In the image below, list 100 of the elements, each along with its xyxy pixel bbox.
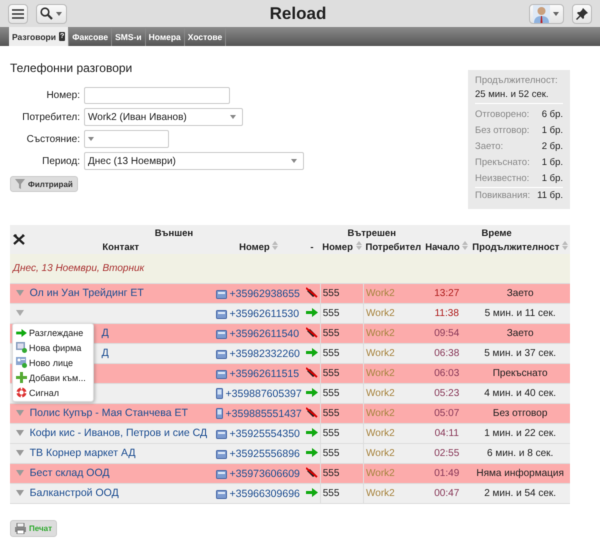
field-label: Номер: bbox=[45, 90, 80, 101]
table-row[interactable]: Кофи кис - Иванов, Петров и сие СД +35925554350 555 Work2 04:11 1 мин. и 22 сек. bbox=[10, 424, 570, 444]
table-cell: 11:38 bbox=[434, 308, 459, 319]
menu-item-label: Добави към... bbox=[29, 372, 86, 382]
phone-icon bbox=[216, 368, 227, 379]
phone-icon bbox=[216, 428, 227, 439]
menu-item[interactable]: Разглеждане bbox=[13, 325, 93, 340]
field-label: Период: bbox=[41, 156, 80, 166]
summary-value: 2 бр. bbox=[542, 140, 563, 154]
building-icon bbox=[16, 342, 27, 353]
table-cell: 555 bbox=[322, 488, 340, 499]
table-cell: Заето bbox=[506, 288, 534, 299]
column-group-header: Външен bbox=[154, 228, 194, 239]
table-cell: 04:11 bbox=[434, 428, 459, 439]
menu-item[interactable]: Сигнал bbox=[13, 385, 93, 400]
printer-icon bbox=[15, 523, 26, 534]
select-field[interactable] bbox=[84, 130, 169, 148]
expand-triangle-icon[interactable] bbox=[16, 310, 24, 316]
table-cell: Прекъснато bbox=[492, 368, 548, 379]
table-cell: Work2 bbox=[366, 388, 395, 399]
table-cell: Work2 bbox=[366, 408, 395, 419]
table-cell: 02:55 bbox=[434, 448, 460, 459]
table-cell: 06:38 bbox=[434, 348, 460, 359]
table-cell: 555 bbox=[322, 348, 340, 359]
sort-icon[interactable] bbox=[272, 241, 278, 250]
filter-button[interactable]: Филтрирай bbox=[10, 176, 78, 192]
table-cell: Заето bbox=[506, 328, 534, 339]
table-cell: 05:23 bbox=[434, 388, 460, 399]
phone-icon bbox=[216, 348, 227, 359]
column-header[interactable]: Потребител bbox=[366, 242, 422, 252]
phone-icon bbox=[216, 448, 227, 459]
table-row[interactable]: Ол ин Уан Трейдинг ЕТ +35962938655 555 Work2 13:27 Заето bbox=[10, 284, 570, 304]
menu-button[interactable] bbox=[8, 4, 28, 24]
summary-value: 1 бр. bbox=[542, 156, 563, 170]
search-button[interactable] bbox=[36, 4, 67, 24]
table-row[interactable]: Полис Купър - Мая Станчева ЕТ +359885551437 555 Work2 05:07 Без отговор bbox=[10, 404, 570, 424]
table-cell: 555 bbox=[322, 288, 340, 299]
expand-triangle-icon[interactable] bbox=[16, 470, 24, 476]
tab[interactable]: Номера bbox=[146, 27, 185, 46]
menu-item-label: Сигнал bbox=[29, 388, 60, 398]
mobile-phone-icon bbox=[216, 388, 223, 400]
table-cell: Work2 bbox=[366, 308, 395, 319]
table-cell: Work2 bbox=[366, 448, 395, 459]
column-header: - bbox=[310, 242, 314, 252]
contact-card-icon bbox=[16, 357, 27, 368]
sort-icon[interactable] bbox=[562, 241, 568, 250]
input-field[interactable] bbox=[84, 87, 230, 104]
column-header[interactable]: Контакт bbox=[102, 242, 140, 252]
menu-item-label: Разглеждане bbox=[29, 328, 84, 338]
expand-triangle-icon[interactable] bbox=[16, 450, 24, 456]
arrow-right-icon bbox=[16, 328, 27, 336]
table-cell: 555 bbox=[322, 428, 340, 439]
table-cell: Work2 bbox=[366, 428, 395, 439]
summary-value: 11 бр. bbox=[537, 189, 563, 203]
contact-link[interactable]: Д bbox=[102, 347, 109, 359]
table-row[interactable]: Балканстрой ООД +35966309696 555 Work2 00:47 2 мин. и 54 сек. bbox=[10, 484, 570, 504]
tab[interactable]: Хостове bbox=[184, 27, 226, 46]
menu-icon bbox=[12, 8, 24, 18]
menu-item[interactable]: Добави към... bbox=[13, 370, 93, 385]
lifebuoy-icon bbox=[16, 387, 27, 398]
expand-triangle-icon[interactable] bbox=[16, 290, 24, 296]
contact-link[interactable]: Д bbox=[102, 327, 109, 339]
caret-icon bbox=[291, 159, 297, 163]
select-field[interactable]: Work2 (Иван Иванов) bbox=[84, 108, 243, 126]
table-cell: 555 bbox=[322, 448, 340, 459]
table-cell: 4 мин. и 40 сек. bbox=[484, 388, 556, 399]
summary-value: 1 бр. bbox=[542, 172, 563, 186]
summary-label: Без отговор: bbox=[475, 124, 530, 138]
table-cell: Няма информация bbox=[476, 468, 564, 479]
user-button[interactable] bbox=[529, 4, 564, 24]
menu-item-label: Нова фирма bbox=[29, 342, 82, 352]
table-cell: Без отговор bbox=[492, 408, 548, 419]
summary-value: 25 мин. и 52 сек. bbox=[475, 89, 563, 104]
summary-value: 1 бр. bbox=[542, 124, 563, 138]
field-label: Състояние: bbox=[26, 134, 80, 144]
select-field[interactable]: Днес (13 Ноември) bbox=[84, 152, 304, 170]
expand-triangle-icon[interactable] bbox=[16, 410, 24, 416]
app-title: Reload bbox=[268, 4, 328, 24]
table-row[interactable]: +35962611530 555 Work2 11:38 5 мин. и 11 сек. bbox=[10, 304, 570, 324]
table-cell: 555 bbox=[322, 388, 340, 399]
phone-icon bbox=[216, 288, 227, 299]
table-cell: Work2 bbox=[366, 328, 395, 339]
expand-triangle-icon[interactable] bbox=[16, 430, 24, 436]
pin-button[interactable] bbox=[572, 4, 592, 24]
avatar-icon bbox=[533, 4, 550, 22]
tab[interactable]: Факсове bbox=[69, 27, 112, 46]
caret-icon bbox=[230, 115, 236, 119]
table-cell: 00:47 bbox=[434, 488, 460, 499]
summary-label: Прекъснато: bbox=[475, 156, 530, 170]
tools-icon[interactable] bbox=[13, 234, 25, 244]
summary-label: Продължителност: bbox=[475, 75, 559, 86]
tab[interactable]: SMS-и bbox=[112, 27, 146, 46]
table-row[interactable]: ТВ Корнер маркет АД +35925556896 555 Work2 02:55 6 мин. и 8 сек. bbox=[10, 444, 570, 464]
table-cell: 13:27 bbox=[434, 288, 460, 299]
table-row[interactable]: Бест склад ООД +35973606609 555 Work2 01:49 Няма информация bbox=[10, 464, 570, 484]
table-cell: 1 мин. и 22 сек. bbox=[484, 428, 556, 439]
page-title: Телефонни разговори bbox=[10, 61, 134, 75]
phone-icon bbox=[216, 328, 227, 339]
expand-triangle-icon[interactable] bbox=[16, 490, 24, 496]
phone-icon bbox=[216, 468, 227, 479]
